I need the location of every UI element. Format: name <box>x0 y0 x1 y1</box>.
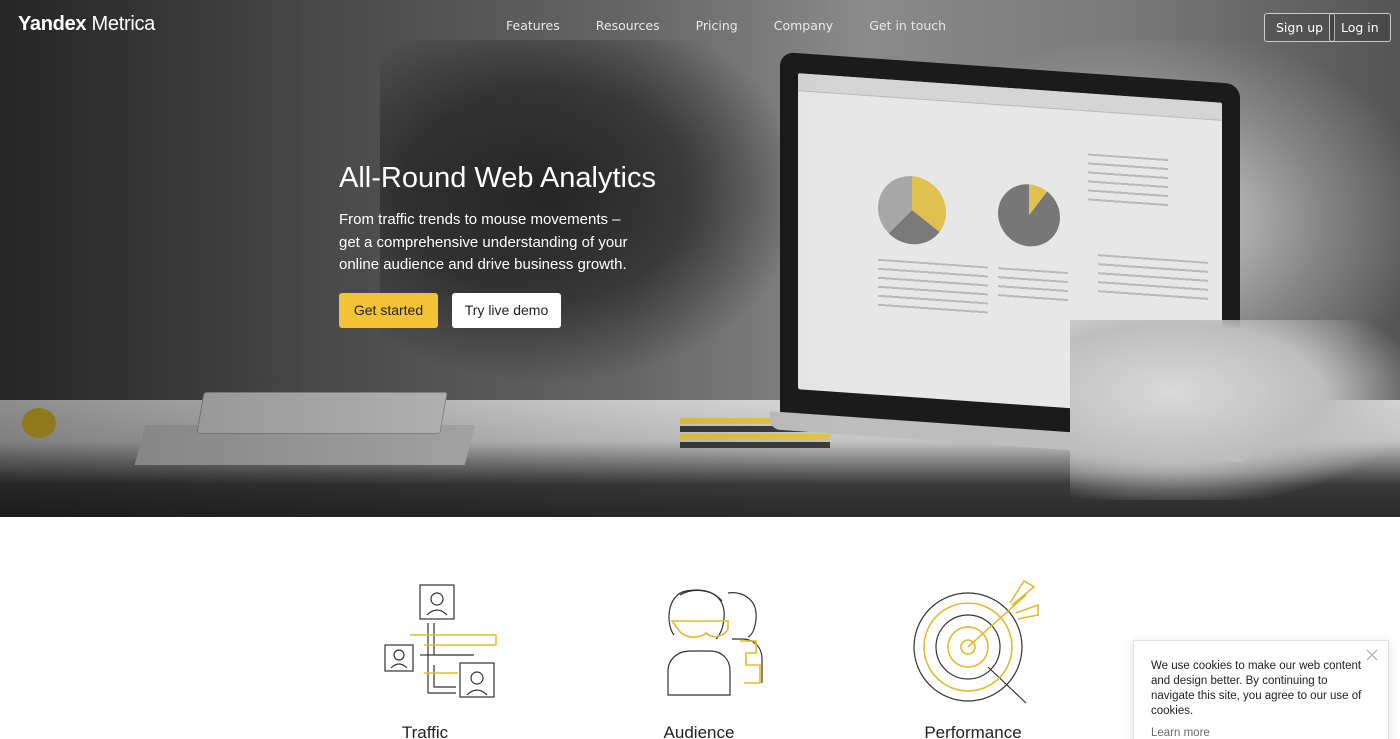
nav-link-features[interactable]: Features <box>506 18 560 33</box>
traffic-icon <box>384 584 497 698</box>
hero-title: All-Round Web Analytics <box>339 162 657 194</box>
top-navigation: Yandex Metrica Features Resources Pricin… <box>0 0 1400 52</box>
feature-traffic[interactable]: Traffic <box>325 575 525 739</box>
try-live-demo-button[interactable]: Try live demo <box>452 293 561 328</box>
brand-logo-part2: Metrica <box>91 13 156 35</box>
learn-more-link[interactable]: Learn more <box>1151 727 1374 739</box>
brand-logo-part1: Yandex <box>18 13 87 35</box>
nav-link-company[interactable]: Company <box>774 18 833 33</box>
brand-logo[interactable]: Yandex Metrica <box>18 13 155 36</box>
nav-links: Features Resources Pricing Company Get i… <box>506 18 982 33</box>
cookie-text: We use cookies to make our web content a… <box>1151 660 1362 717</box>
hero-subtitle: From traffic trends to mouse movements –… <box>339 211 628 273</box>
feature-title-audience: Audience <box>663 723 735 739</box>
hero-background <box>0 0 1400 517</box>
nav-link-pricing[interactable]: Pricing <box>696 18 738 33</box>
feature-title-traffic: Traffic <box>401 723 449 739</box>
login-button[interactable]: Log in <box>1329 13 1391 42</box>
nav-link-resources[interactable]: Resources <box>596 18 660 33</box>
close-icon[interactable] <box>1364 647 1380 663</box>
cookie-notice: We use cookies to make our web content a… <box>1133 640 1389 739</box>
get-started-button[interactable]: Get started <box>339 293 438 328</box>
nav-link-get-in-touch[interactable]: Get in touch <box>869 18 946 33</box>
performance-icon <box>913 579 1039 704</box>
feature-performance[interactable]: Performance <box>873 575 1073 739</box>
audience-icon <box>667 589 763 696</box>
feature-title-performance: Performance <box>924 723 1022 739</box>
signup-button[interactable]: Sign up <box>1264 13 1336 42</box>
feature-audience[interactable]: Audience <box>599 575 799 739</box>
